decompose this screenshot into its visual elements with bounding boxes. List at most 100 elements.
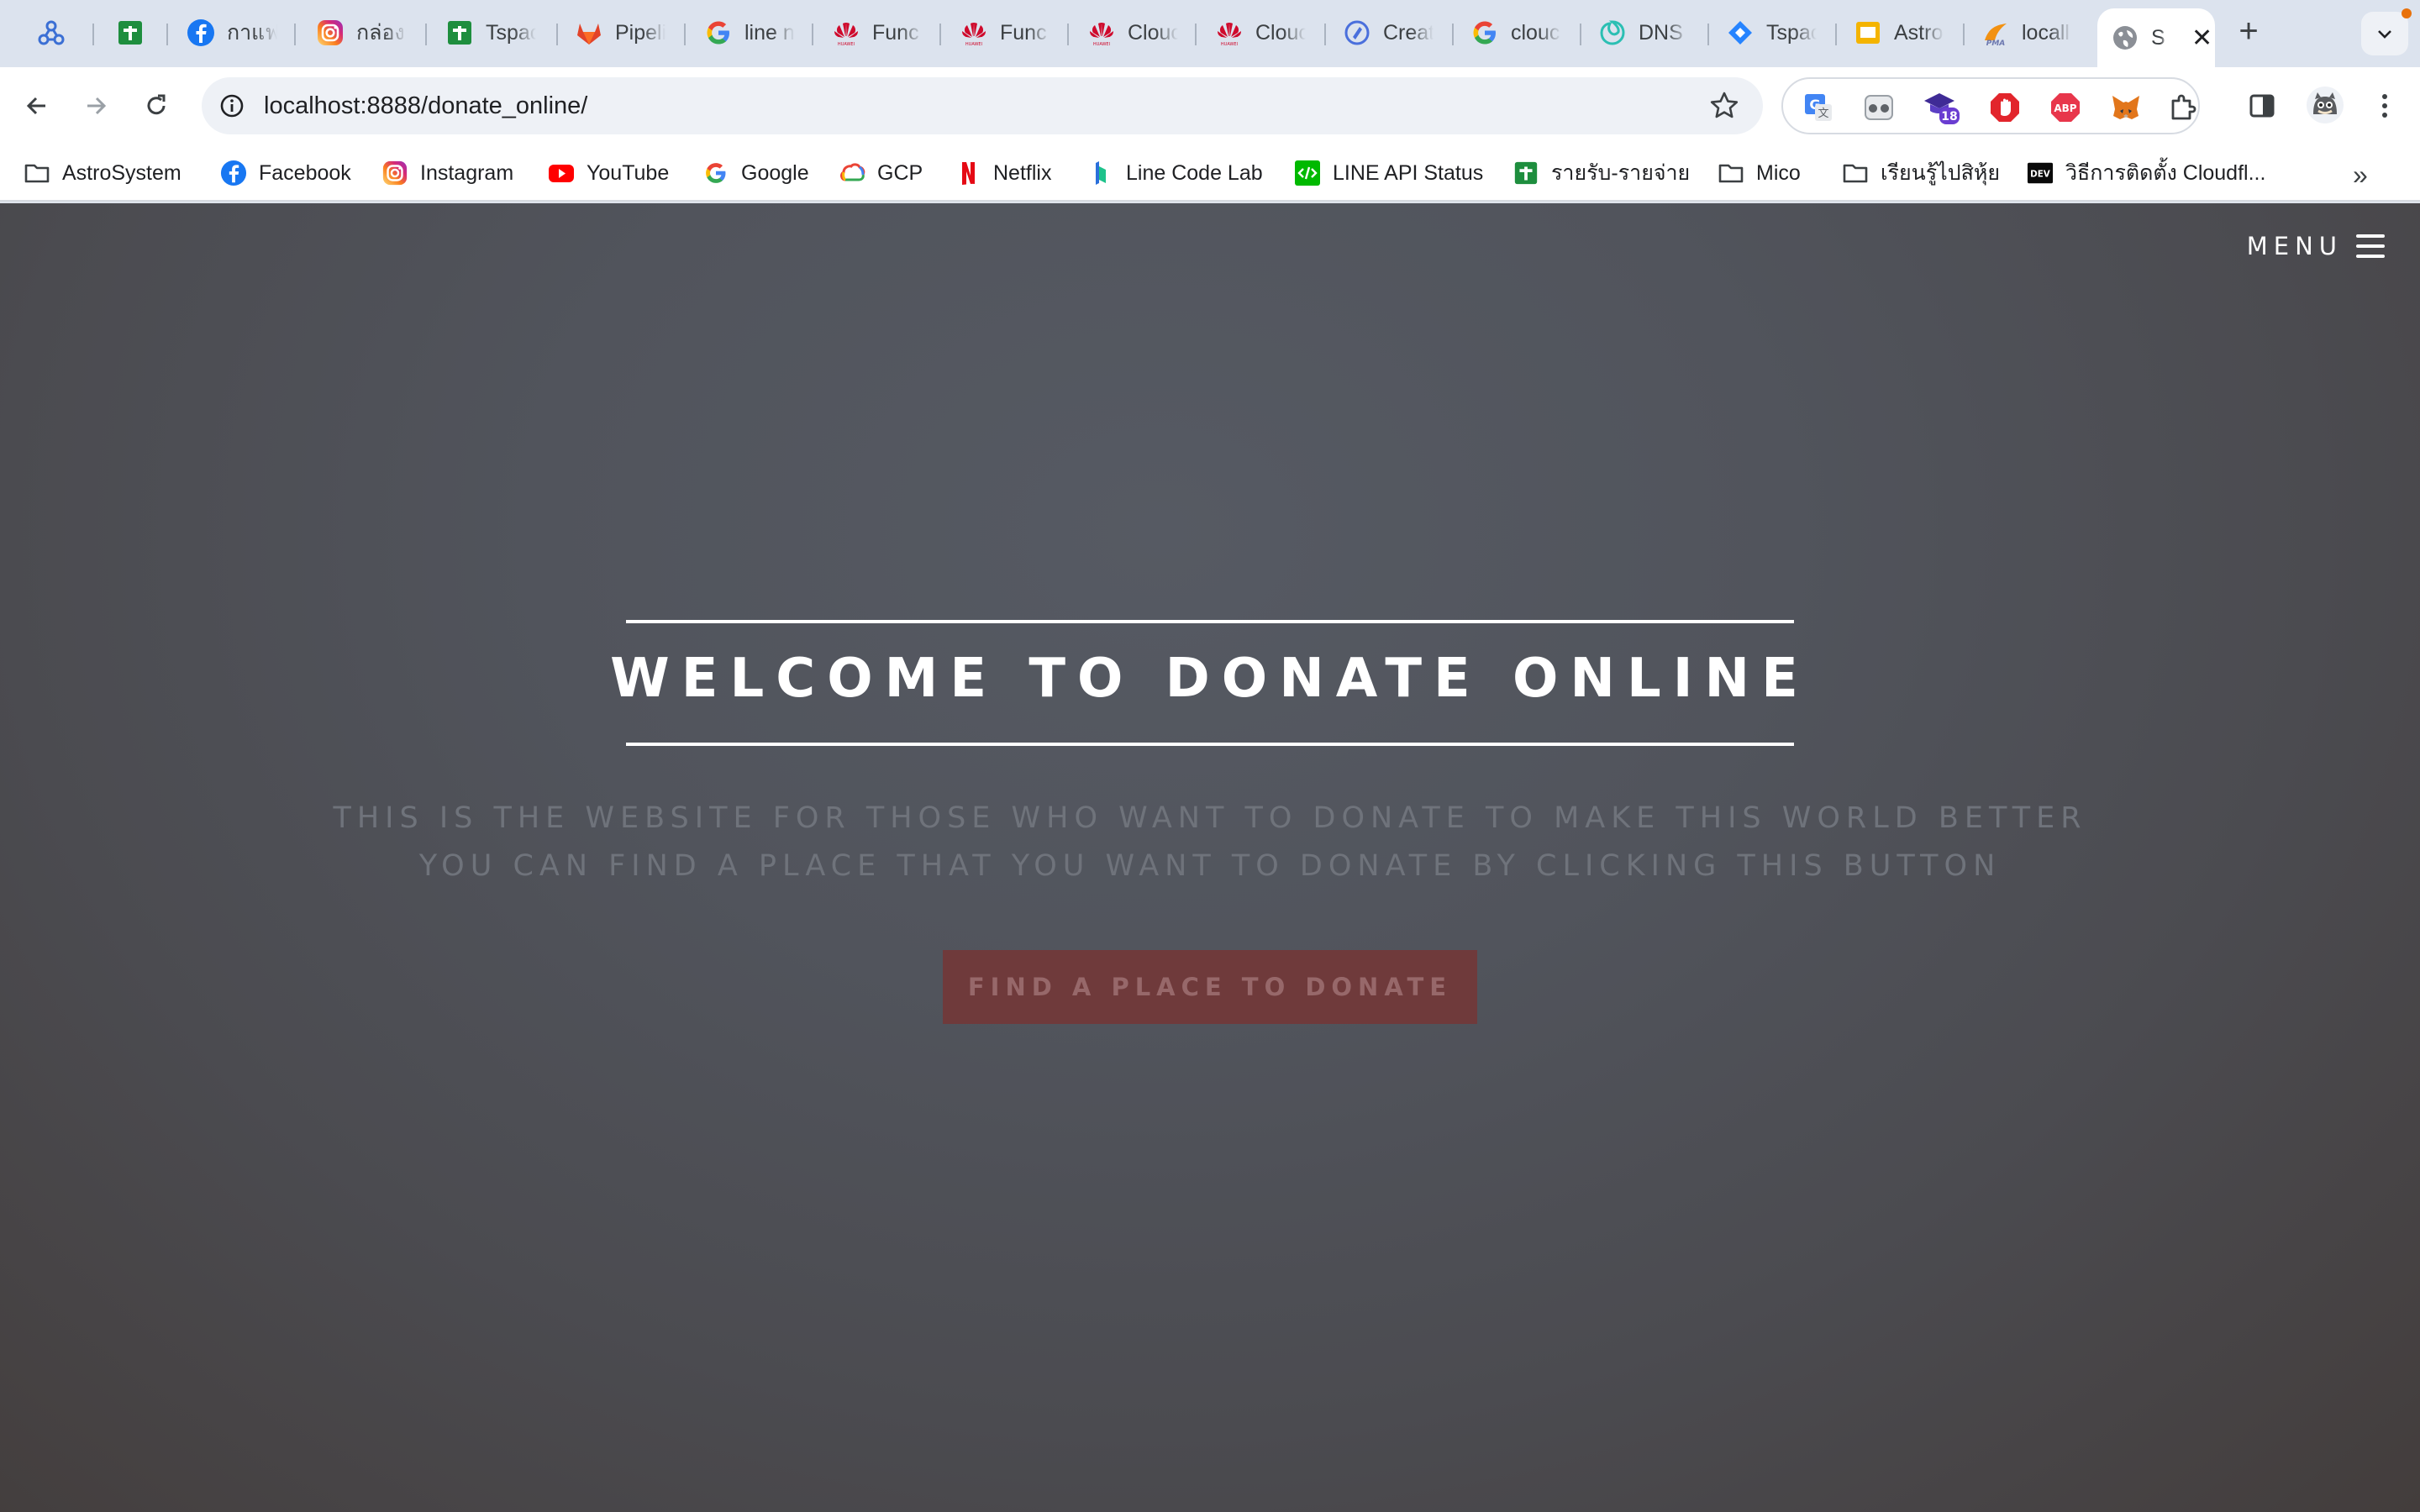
tab-sheets-tspace[interactable]: Tspac	[445, 8, 536, 57]
tab-huawei-4[interactable]: HUAWEI Clouc	[1215, 8, 1306, 57]
tab-huawei-3[interactable]: HUAWEI Clouc	[1087, 8, 1178, 57]
title-rule-bottom	[626, 743, 1794, 746]
translate-extension-icon[interactable]: G文	[1802, 91, 1835, 124]
address-bar[interactable]: localhost:8888/donate_online/	[202, 77, 1763, 134]
tab-phpmyadmin[interactable]: PMA locall	[1981, 8, 2072, 57]
tab-separator	[1324, 24, 1326, 45]
globe-icon	[2111, 24, 2139, 52]
tab-facebook[interactable]: กาแฟ	[187, 8, 277, 57]
arrow-left-icon	[26, 97, 45, 115]
tab-huawei-1[interactable]: HUAWEI Func	[832, 8, 923, 57]
find-place-to-donate-button[interactable]: FIND A PLACE TO DONATE	[943, 950, 1477, 1024]
tab-active-donate[interactable]: S ✕	[2097, 8, 2215, 67]
bookmark-label: Facebook	[259, 160, 351, 185]
tab-title: Creat	[1383, 20, 1434, 45]
youtube-icon	[548, 160, 575, 186]
folder-icon	[1718, 160, 1744, 186]
reload-button[interactable]	[134, 84, 178, 128]
bookmarks-overflow-icon[interactable]: »	[2353, 160, 2368, 191]
tab-separator	[1835, 24, 1837, 45]
bookmark-label: Netflix	[993, 160, 1052, 185]
instagram-icon	[316, 18, 345, 47]
bookmark-youtube[interactable]: YouTube	[548, 156, 669, 190]
tab-separator	[166, 24, 168, 45]
bookmark-google[interactable]: Google	[702, 156, 809, 190]
bookmark-folder-learning[interactable]: เรียนรู้ไปสิหุ้ย	[1842, 156, 2000, 190]
folder-icon	[24, 160, 50, 186]
new-tab-button[interactable]: +	[2232, 14, 2265, 49]
bookmark-line-api-status[interactable]: LINE API Status	[1294, 156, 1483, 190]
bookmark-label: Mico	[1756, 160, 1801, 185]
glasses-extension-icon[interactable]	[1862, 91, 1896, 124]
tab-google-search[interactable]: line n	[704, 8, 795, 57]
bookmark-label: Instagram	[420, 160, 514, 185]
bookmark-instagram[interactable]: Instagram	[381, 156, 513, 190]
bookmark-label: AstroSystem	[62, 160, 182, 185]
bookmark-folder-astrosystem[interactable]: AstroSystem	[24, 156, 182, 190]
network-icon	[37, 18, 66, 47]
recording-indicator	[2402, 8, 2412, 18]
url-text[interactable]: localhost:8888/donate_online/	[264, 92, 587, 120]
tab-jira[interactable]: Tspac	[1726, 8, 1817, 57]
tab-separator	[812, 24, 813, 45]
graduation-extension-icon[interactable]: 18	[1923, 91, 1961, 124]
google-icon	[1470, 18, 1499, 47]
google-icon	[704, 18, 733, 47]
close-tab-icon[interactable]: ✕	[2191, 24, 2212, 53]
svg-text:HUAWEI: HUAWEI	[838, 42, 855, 47]
tab-title: Func	[872, 20, 919, 45]
tab-separator	[1067, 24, 1069, 45]
bookmark-facebook[interactable]: Facebook	[220, 156, 351, 190]
tab-title: Tspac	[486, 20, 536, 45]
tab-separator	[684, 24, 686, 45]
abp-extension-icon[interactable]: ABP	[2049, 91, 2082, 124]
forward-button[interactable]	[74, 84, 118, 128]
site-info-icon[interactable]	[215, 89, 249, 123]
tab-search-button[interactable]	[2361, 12, 2408, 55]
side-panel-icon[interactable]	[2245, 89, 2279, 123]
tab-network[interactable]	[37, 8, 66, 57]
svg-text:DEV: DEV	[2030, 170, 2050, 180]
tab-separator	[92, 24, 94, 45]
hamburger-icon	[2356, 234, 2385, 258]
bookmark-netflix[interactable]: Netflix	[955, 156, 1051, 190]
tab-title: line n	[744, 20, 795, 45]
arrow-right-icon	[87, 97, 107, 115]
svg-text:HUAWEI: HUAWEI	[965, 42, 982, 47]
folder-icon	[1842, 160, 1869, 186]
line-api-icon	[1294, 160, 1321, 186]
bookmark-label: GCP	[877, 160, 923, 185]
metamask-extension-icon[interactable]	[2109, 91, 2143, 124]
bookmark-income-expense-sheet[interactable]: รายรับ-รายจ่าย	[1512, 156, 1690, 190]
gcp-icon	[839, 160, 865, 186]
bookmark-line-code-lab[interactable]: Line Code Lab	[1087, 156, 1263, 190]
gitlab-icon	[575, 18, 603, 47]
tab-dns[interactable]: DNS	[1598, 8, 1689, 57]
bookmark-label: YouTube	[587, 160, 670, 185]
adblock-stop-extension-icon[interactable]	[1988, 91, 2022, 124]
tab-title: Clouc	[1128, 20, 1178, 45]
tab-google-cloud[interactable]: clouc	[1470, 8, 1561, 57]
bookmark-gcp[interactable]: GCP	[839, 156, 923, 190]
tab-instagram[interactable]: กล่องร	[316, 8, 407, 57]
tab-slides[interactable]: Astro	[1854, 8, 1944, 57]
kebab-menu-icon[interactable]	[2368, 89, 2402, 123]
jira-icon	[1726, 18, 1754, 47]
sheets-icon	[445, 18, 474, 47]
tab-huawei-2[interactable]: HUAWEI Func	[960, 8, 1050, 57]
tab-separator	[294, 24, 296, 45]
hero-subtitle-line1: THIS IS THE WEBSITE FOR THOSE WHO WANT T…	[333, 801, 2087, 835]
tab-create[interactable]: Creat	[1343, 8, 1434, 57]
tab-separator	[1707, 24, 1709, 45]
bookmark-dev-cloudflare[interactable]: DEV วิธีการติดตั้ง Cloudfl...	[2027, 156, 2265, 190]
profile-avatar[interactable]	[2306, 86, 2344, 124]
bookmark-star-icon[interactable]	[1707, 89, 1741, 127]
tab-title: S	[2151, 25, 2165, 50]
menu-button[interactable]: MENU	[2247, 232, 2385, 260]
puzzle-extensions-icon[interactable]	[2166, 91, 2200, 124]
back-button[interactable]	[15, 84, 59, 128]
tab-separator	[1963, 24, 1965, 45]
tab-sheets[interactable]	[116, 8, 145, 57]
bookmark-folder-mico[interactable]: Mico	[1718, 156, 1801, 190]
tab-gitlab[interactable]: Pipeli	[575, 8, 666, 57]
